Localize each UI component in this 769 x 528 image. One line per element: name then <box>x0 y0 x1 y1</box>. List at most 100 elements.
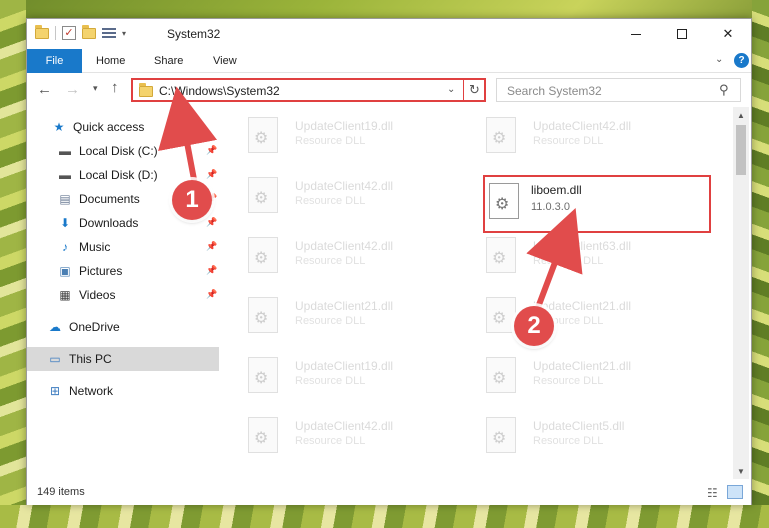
sidebar-item-this-pc[interactable]: ▭ This PC <box>27 347 219 371</box>
address-path[interactable]: C:\Windows\System32 <box>159 84 280 98</box>
pin-icon: 📌 <box>206 217 218 227</box>
file-item[interactable]: UpdateClient19.dll Resource DLL <box>223 109 453 163</box>
vertical-scrollbar[interactable]: ▲ ▼ <box>733 107 749 479</box>
sidebar-item-label: Local Disk (D:) <box>79 168 158 182</box>
file-type: Resource DLL <box>295 255 366 267</box>
help-icon[interactable]: ? <box>734 53 749 68</box>
new-folder-icon[interactable] <box>82 24 96 39</box>
drive-icon: ▬ <box>59 144 71 158</box>
view-properties-icon[interactable] <box>102 26 116 40</box>
tab-file[interactable]: File <box>27 49 82 73</box>
pin-icon: 📌 <box>206 289 218 299</box>
tab-view[interactable]: View <box>213 49 237 73</box>
details-view-icon[interactable]: ☷ <box>707 486 718 500</box>
file-type: Resource DLL <box>295 195 366 207</box>
network-icon: ⊞ <box>49 384 61 398</box>
sidebar-item-label: Local Disk (C:) <box>79 144 158 158</box>
recent-locations-chevron-icon[interactable]: ▾ <box>93 83 98 94</box>
address-dropdown-icon[interactable]: ⌄ <box>447 84 455 95</box>
forward-arrow-icon[interactable]: → <box>65 81 80 98</box>
file-item[interactable]: UpdateClient21.dll Resource DLL <box>461 289 691 343</box>
pin-icon: 📌 <box>206 241 218 251</box>
search-icon[interactable]: ⚲ <box>719 82 729 98</box>
file-type: Resource DLL <box>533 255 604 267</box>
file-name: UpdateClient5.dll <box>533 419 625 433</box>
window-title: System32 <box>167 27 221 41</box>
sidebar-item-label: OneDrive <box>69 320 120 334</box>
file-item[interactable]: UpdateClient19.dll Resource DLL <box>223 349 453 403</box>
dll-file-icon <box>486 357 516 393</box>
documents-icon: ▤ <box>59 192 71 206</box>
back-arrow-icon[interactable]: ← <box>37 81 52 98</box>
sidebar-item-pictures[interactable]: ▣ Pictures 📌 <box>27 259 219 283</box>
dll-file-icon <box>248 117 278 153</box>
file-name: UpdateClient19.dll <box>295 359 394 373</box>
file-type: Resource DLL <box>295 135 366 147</box>
file-item[interactable]: UpdateClient5.dll Resource DLL <box>461 409 691 463</box>
file-item[interactable]: UpdateClient63.dll Resource DLL <box>461 229 691 283</box>
pictures-icon: ▣ <box>59 264 71 278</box>
file-item[interactable]: UpdateClient42.dll Resource DLL <box>223 229 453 283</box>
scroll-up-icon[interactable]: ▲ <box>737 111 745 120</box>
properties-check-icon[interactable]: ✓ <box>62 26 76 40</box>
up-arrow-icon[interactable]: ↑ <box>111 79 119 96</box>
file-name: liboem.dll <box>531 183 582 197</box>
dll-file-icon <box>248 297 278 333</box>
file-type: Resource DLL <box>295 435 366 447</box>
sidebar-item-onedrive[interactable]: ☁ OneDrive <box>27 315 219 339</box>
pin-icon: 📌 <box>206 169 218 179</box>
tab-home[interactable]: Home <box>96 49 125 73</box>
file-name: UpdateClient21.dll <box>533 359 632 373</box>
sidebar-item-music[interactable]: ♪ Music 📌 <box>27 235 219 259</box>
file-item[interactable]: UpdateClient21.dll Resource DLL <box>223 289 453 343</box>
file-name: UpdateClient63.dll <box>533 239 632 253</box>
sidebar-item-videos[interactable]: ▦ Videos 📌 <box>27 283 219 307</box>
address-bar[interactable]: C:\Windows\System32 ⌄ ↻ <box>131 78 486 102</box>
sidebar-item-network[interactable]: ⊞ Network <box>27 379 219 403</box>
sidebar-item-label: Network <box>69 384 114 398</box>
file-item[interactable]: UpdateClient42.dll Resource DLL <box>461 109 691 163</box>
explorer-window: ✓ ▾ System32 ✕ File Home Share View ⌄ ? … <box>26 18 752 505</box>
navigation-pane: ★ Quick access ▬ Local Disk (C:) 📌 ▬ Loc… <box>27 115 219 481</box>
drive-icon: ▬ <box>59 168 71 182</box>
dll-file-icon <box>489 183 519 219</box>
ribbon-tabs: File Home Share View ⌄ ? <box>27 49 751 73</box>
file-item[interactable]: UpdateClient42.dll Resource DLL <box>223 409 453 463</box>
step-1-callout: 1 <box>172 180 212 220</box>
highlighted-file-item[interactable]: liboem.dll 11.0.3.0 <box>483 175 711 233</box>
search-placeholder: Search System32 <box>507 84 602 98</box>
file-list: UpdateClient19.dll Resource DLL UpdateCl… <box>223 107 733 479</box>
file-type: Resource DLL <box>295 315 366 327</box>
search-input[interactable]: Search System32 ⚲ <box>496 78 741 102</box>
sidebar-item-label: Documents <box>79 192 140 206</box>
computer-icon: ▭ <box>49 352 61 366</box>
close-icon: ✕ <box>722 26 734 41</box>
pin-icon: 📌 <box>206 145 218 155</box>
maximize-button[interactable] <box>659 19 705 49</box>
file-item[interactable]: UpdateClient21.dll Resource DLL <box>461 349 691 403</box>
item-count: 149 items <box>37 486 85 498</box>
maximize-icon <box>677 29 687 39</box>
close-button[interactable]: ✕ <box>705 19 751 49</box>
customize-toolbar-chevron-icon[interactable]: ▾ <box>122 29 126 38</box>
sidebar-item-label: Quick access <box>73 120 145 134</box>
tab-share[interactable]: Share <box>154 49 183 73</box>
file-version: 11.0.3.0 <box>531 201 570 213</box>
minimize-button[interactable] <box>613 19 659 49</box>
title-bar: ✓ ▾ System32 ✕ <box>27 19 751 49</box>
scrollbar-thumb[interactable] <box>736 125 746 175</box>
music-icon: ♪ <box>62 240 68 254</box>
sidebar-item-quick-access[interactable]: ★ Quick access <box>27 115 219 139</box>
file-name: UpdateClient19.dll <box>295 119 394 133</box>
file-type: Resource DLL <box>533 375 604 387</box>
sidebar-item-local-disk-c[interactable]: ▬ Local Disk (C:) 📌 <box>27 139 219 163</box>
dll-file-icon <box>486 117 516 153</box>
file-name: UpdateClient42.dll <box>295 419 394 433</box>
large-icons-view-icon[interactable] <box>727 485 743 499</box>
refresh-icon[interactable]: ↻ <box>463 80 485 100</box>
file-item[interactable]: UpdateClient42.dll Resource DLL <box>223 169 453 223</box>
dll-file-icon <box>248 177 278 213</box>
toolbar-separator <box>55 26 56 40</box>
scroll-down-icon[interactable]: ▼ <box>737 467 745 476</box>
expand-ribbon-chevron-icon[interactable]: ⌄ <box>715 54 723 65</box>
